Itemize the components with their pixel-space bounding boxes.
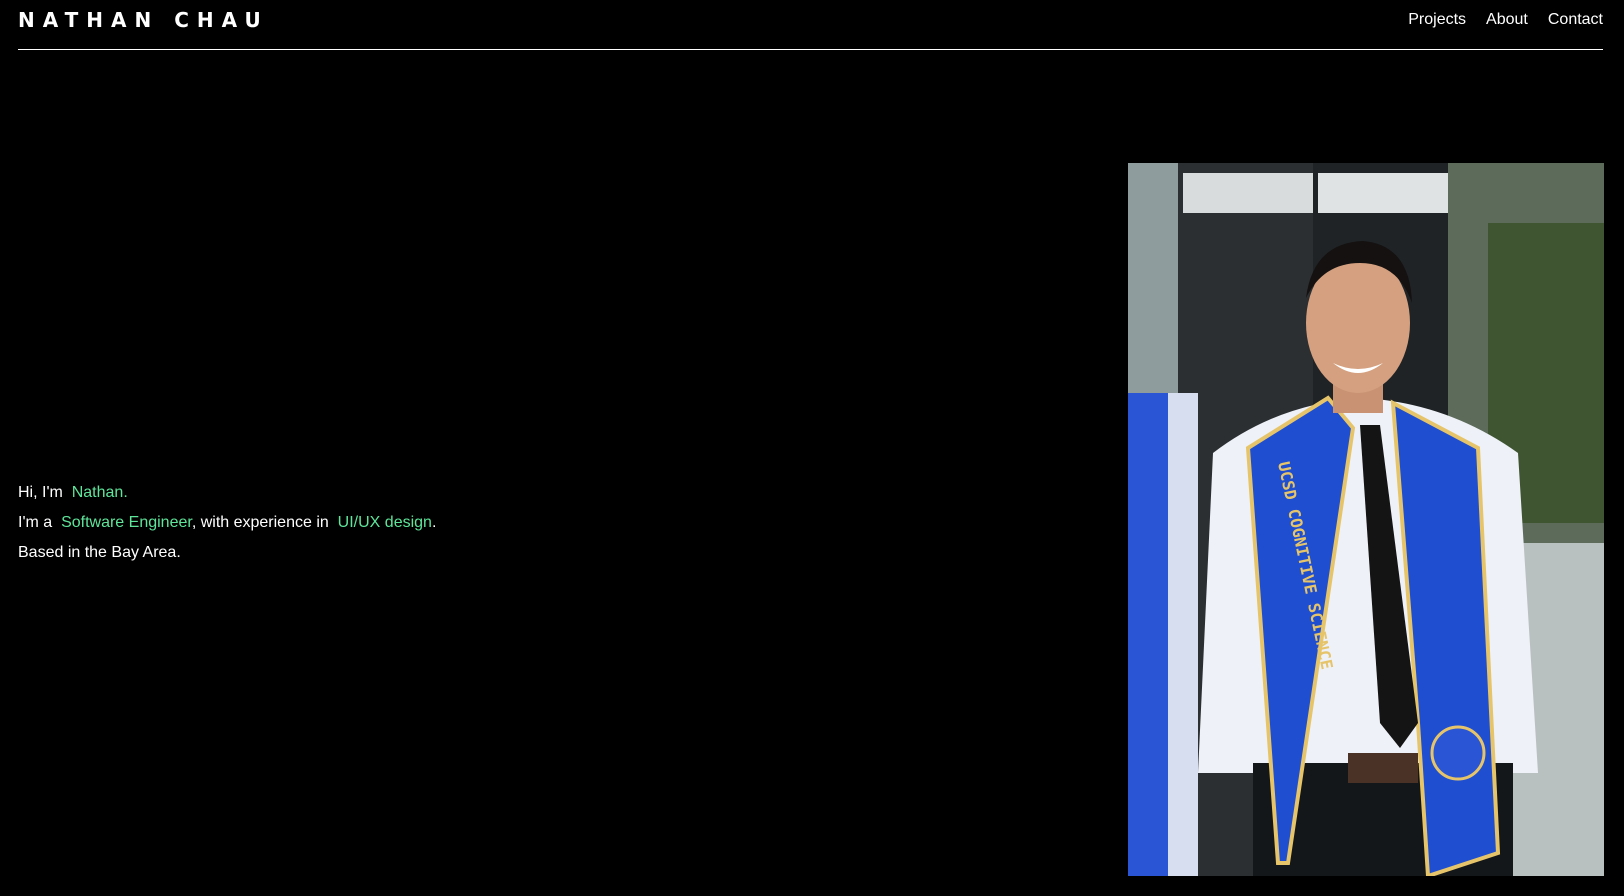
- greeting-prefix: Hi, I'm: [18, 484, 63, 501]
- intro-line-greeting: Hi, I'm Nathan.: [18, 478, 436, 508]
- main-nav: Projects About Contact: [1408, 11, 1603, 29]
- profile-photo: UCSD COGNITIVE SCIENCE: [1128, 163, 1604, 876]
- role-prefix: I'm a: [18, 514, 53, 531]
- intro-skill: UI/UX design: [337, 514, 432, 531]
- profile-photo-illustration: UCSD COGNITIVE SCIENCE: [1128, 163, 1604, 876]
- role-suffix: .: [431, 514, 437, 531]
- intro-line-role: I'm a Software Engineer, with experience…: [18, 508, 436, 538]
- role-middle: , with experience in: [191, 514, 329, 531]
- nav-link-about[interactable]: About: [1486, 11, 1528, 29]
- site-header: NATHAN CHAU Projects About Contact: [18, 0, 1603, 50]
- intro-line-location: Based in the Bay Area.: [18, 544, 181, 561]
- nav-link-contact[interactable]: Contact: [1548, 11, 1603, 29]
- intro-name: Nathan.: [71, 484, 128, 501]
- nav-link-projects[interactable]: Projects: [1408, 11, 1466, 29]
- site-logo[interactable]: NATHAN CHAU: [18, 8, 269, 32]
- intro-role: Software Engineer: [61, 514, 192, 531]
- intro-text: Hi, I'm Nathan. I'm a Software Engineer,…: [18, 478, 436, 568]
